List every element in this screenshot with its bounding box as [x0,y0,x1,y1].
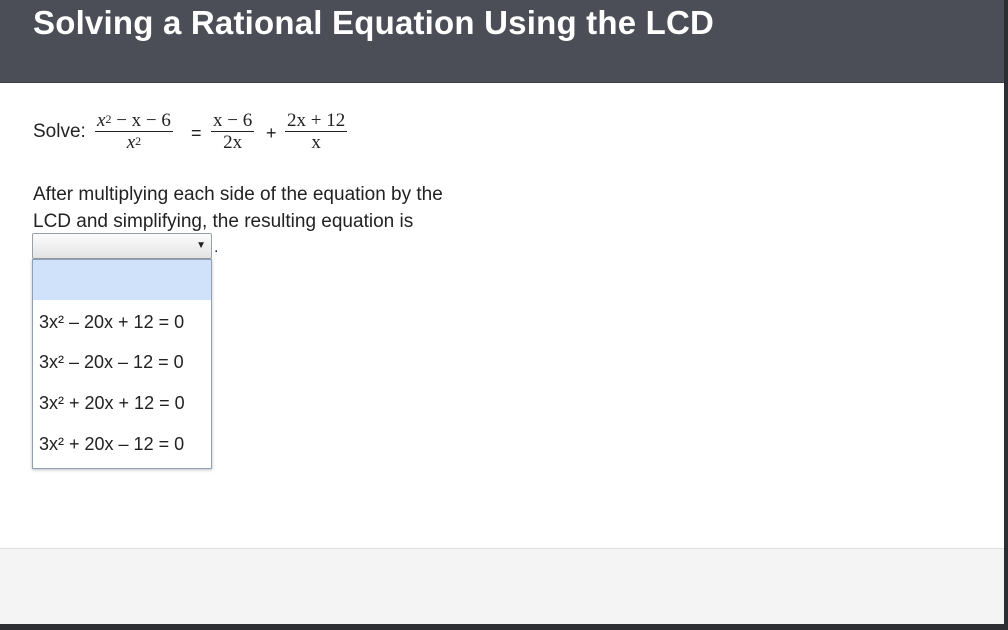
answer-dropdown-list: 3x² – 20x + 12 = 0 3x² – 20x – 12 = 0 3x… [32,259,212,469]
chevron-down-icon: ▼ [196,240,206,251]
dropdown-option[interactable]: 3x² + 20x + 12 = 0 [33,383,211,423]
instruction-text: After multiplying each side of the equat… [33,184,443,232]
dropdown-option[interactable]: 3x² + 20x – 12 = 0 [33,424,211,464]
app-frame: Solving a Rational Equation Using the LC… [0,0,1004,624]
plus-sign: + [266,123,277,143]
window-edge-bottom [0,624,1008,630]
fraction-middle-denominator: 2x [223,132,243,153]
dropdown-option[interactable]: 3x² – 20x + 12 = 0 [33,302,211,342]
fraction-left: x2 − x − 6 x2 [95,111,173,154]
header-bar: Solving a Rational Equation Using the LC… [0,0,1004,83]
sentence-period: . [214,239,219,256]
equals-sign: = [191,123,202,143]
footer-bar [0,548,1004,624]
dropdown-option-blank[interactable] [33,260,211,300]
question-content: Solve: x2 − x − 6 x2 = x − 6 2x + 2x + 1… [0,83,1004,548]
exponent: 2 [135,134,142,148]
answer-select[interactable]: ▼ [32,233,212,259]
fraction-right-numerator: 2x + 12 [285,110,348,132]
numerator-rest: − x − 6 [111,110,171,131]
fraction-left-denominator: x2 [95,132,173,154]
fraction-middle-numerator: x − 6 [211,110,255,132]
var-x: x [126,132,136,153]
solve-label: Solve: [33,121,86,142]
fraction-middle: x − 6 2x [211,110,255,154]
exponent: 2 [105,112,112,126]
window-edge-right [1004,0,1008,630]
dropdown-option[interactable]: 3x² – 20x – 12 = 0 [33,342,211,382]
fraction-left-numerator: x2 − x − 6 [95,111,173,132]
fraction-right-denominator: x [311,132,321,153]
fraction-right: 2x + 12 x [285,110,348,154]
page-title: Solving a Rational Equation Using the LC… [33,4,715,41]
